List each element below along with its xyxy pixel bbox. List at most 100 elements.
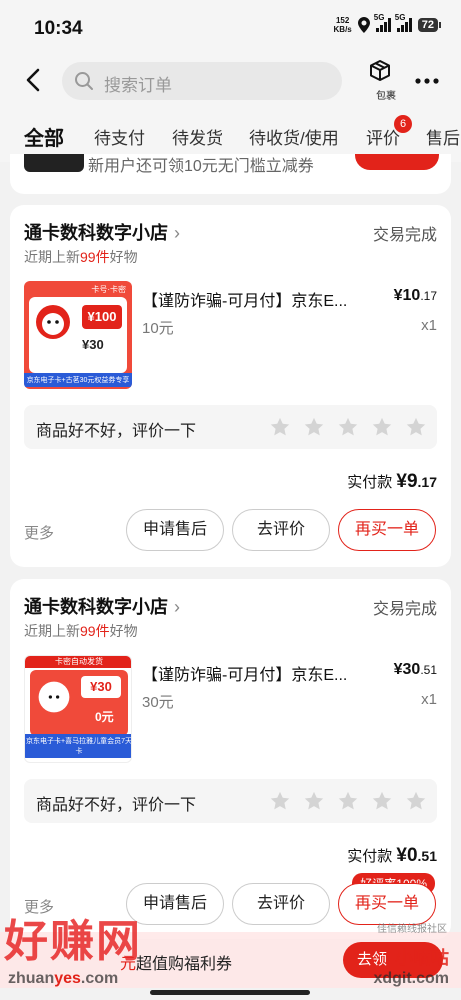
status-bar: 10:34 152 KB/s 5G 5G 72 (0, 0, 461, 56)
star-icon[interactable] (269, 790, 291, 812)
tab-all[interactable]: 全部 (24, 122, 64, 151)
watermark-small: 佳信赖线报社区 (377, 924, 447, 935)
thumb-coupon: 0元 (95, 710, 114, 724)
header: 搜索订单 包裹 (0, 56, 461, 106)
thumb-caption: 京东电子卡+喜马拉雅儿童会员7天卡 (25, 734, 131, 758)
watermark-right-logo: 小嘀咕 (395, 948, 449, 968)
order-card: 通卡数科数字小店 › 交易完成 近期上新99件好物 卡密自动发货 ¥30 0元 京… (10, 579, 451, 939)
battery-tip (439, 22, 441, 28)
shop-name[interactable]: 通卡数科数字小店 › (24, 593, 180, 619)
sub-suffix: 好物 (109, 623, 138, 639)
banner-text-main: 超值购福利券 (136, 956, 233, 973)
rebuy-button[interactable]: 再买一单 (338, 509, 436, 551)
battery-icon: 72 (417, 18, 438, 32)
status-icons: 152 KB/s 5G 5G 72 (334, 13, 441, 34)
paid-integer: ¥9 (396, 471, 418, 492)
thumb-amount-value: 30 (97, 679, 112, 694)
chevron-right-icon: › (174, 223, 180, 243)
order-status: 交易完成 (372, 601, 437, 618)
review-button[interactable]: 去评价 (232, 509, 330, 551)
product-thumbnail[interactable]: 卡密自动发货 ¥30 0元 京东电子卡+喜马拉雅儿童会员7天卡 (24, 655, 132, 763)
net-speed: 152 KB/s (334, 16, 352, 34)
price-decimal: .51 (420, 663, 437, 677)
promo-card[interactable]: 新用户还可领10元无门槛立减券 (10, 154, 451, 194)
star-icon[interactable] (337, 416, 359, 438)
location-icon (357, 17, 370, 33)
shop-subtitle: 近期上新99件好物 (24, 621, 138, 641)
rating-prompt: 商品好不好，评价一下 (36, 423, 197, 440)
product-spec: 10元 (142, 320, 174, 337)
sim1-label: 5G (373, 13, 385, 22)
tab-pending-shipment[interactable]: 待发货 (172, 124, 223, 149)
search-input[interactable]: 搜索订单 (62, 62, 342, 100)
thumb-amount: ¥30 (81, 676, 121, 698)
star-icon[interactable] (405, 416, 427, 438)
product-thumbnail[interactable]: 卡号·卡密 ¥100 ¥30 京东电子卡+古茗30元权益券专享 (24, 281, 132, 389)
review-count-badge: 6 (394, 115, 412, 133)
shop-name[interactable]: 通卡数科数字小店 › (24, 219, 180, 245)
star-rating[interactable] (269, 790, 427, 812)
product-title[interactable]: 【谨防诈骗-可月付】京东E... (142, 287, 347, 311)
watermark-url-b: yes (54, 970, 81, 987)
rating-bar[interactable]: 商品好不好，评价一下 (24, 779, 437, 823)
package-label: 包裹 (376, 91, 396, 102)
watermark-url-c: .com (80, 970, 119, 987)
star-icon[interactable] (303, 790, 325, 812)
watermark-right-url: xdgit.com (373, 970, 449, 987)
dog-mascot-icon (38, 681, 70, 713)
star-icon[interactable] (371, 416, 393, 438)
tab-pending-payment[interactable]: 待支付 (94, 124, 145, 149)
paid-decimal: .17 (417, 474, 437, 490)
star-icon[interactable] (303, 416, 325, 438)
home-indicator[interactable] (150, 990, 310, 995)
promo-text: 新用户还可领10元无门槛立减券 (88, 158, 314, 175)
amount-paid: 实付款 ¥0.51 (347, 845, 437, 867)
star-icon[interactable] (371, 790, 393, 812)
paid-label: 实付款 (347, 474, 393, 491)
package-button[interactable]: 包裹 (360, 58, 400, 104)
review-button[interactable]: 去评价 (232, 883, 330, 925)
star-icon[interactable] (337, 790, 359, 812)
promo-logo (24, 154, 84, 172)
thumb-tag: 卡号·卡密 (91, 285, 126, 294)
rebuy-button[interactable]: 再买一单 (338, 883, 436, 925)
sim2-label: 5G (394, 13, 406, 22)
more-link[interactable]: 更多 (24, 522, 54, 543)
back-arrow-icon[interactable] (20, 66, 48, 94)
search-icon (75, 72, 93, 90)
star-rating[interactable] (269, 416, 427, 438)
star-icon[interactable] (405, 790, 427, 812)
sub-prefix: 近期上新 (24, 249, 80, 265)
product-quantity: x1 (421, 691, 437, 708)
signal-icon-2: 5G (395, 13, 412, 32)
thumb-amount-value: 100 (94, 309, 117, 324)
dog-mascot-icon (36, 305, 70, 339)
star-icon[interactable] (269, 416, 291, 438)
watermark-logo: 好赚网 (4, 917, 142, 966)
signal-icon: 5G (374, 13, 391, 32)
package-icon (370, 60, 390, 81)
paid-decimal: .51 (417, 848, 437, 864)
sub-count: 99件 (80, 249, 110, 265)
promo-button[interactable] (355, 154, 439, 170)
paid-integer: ¥0 (396, 845, 418, 866)
tab-pending-receipt[interactable]: 待收货/使用 (249, 124, 339, 149)
more-dots-icon[interactable] (414, 68, 440, 94)
paid-label: 实付款 (347, 848, 393, 865)
product-title[interactable]: 【谨防诈骗-可月付】京东E... (142, 661, 347, 685)
watermark-url: zhuanyes.com (8, 970, 118, 988)
clock: 10:34 (34, 18, 83, 39)
tab-after-sales[interactable]: 售后 (426, 124, 460, 149)
product-quantity: x1 (421, 317, 437, 334)
thumb-coupon: ¥30 (82, 337, 104, 352)
amount-paid: 实付款 ¥9.17 (347, 471, 437, 493)
price-decimal: .17 (420, 289, 437, 303)
shop-subtitle: 近期上新99件好物 (24, 247, 138, 267)
rating-bar[interactable]: 商品好不好，评价一下 (24, 405, 437, 449)
sub-suffix: 好物 (109, 249, 138, 265)
shop-name-text: 通卡数科数字小店 (24, 597, 168, 617)
price-integer: ¥10 (393, 287, 421, 304)
after-sales-button[interactable]: 申请售后 (126, 509, 224, 551)
product-price: ¥30.51 (394, 661, 437, 679)
net-speed-unit: KB/s (333, 25, 352, 34)
